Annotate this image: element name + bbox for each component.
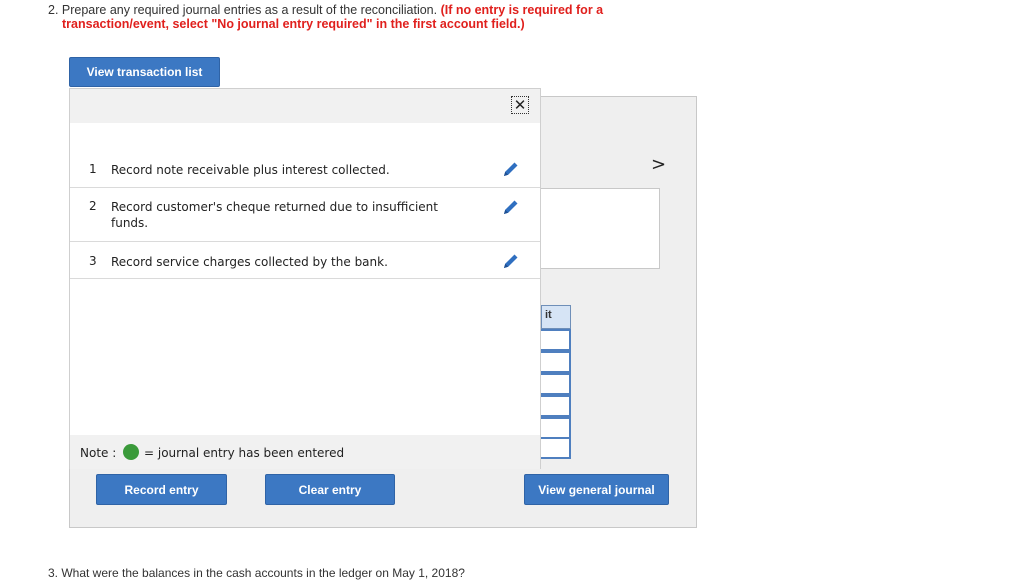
view-transaction-list-button[interactable]: View transaction list	[69, 57, 220, 87]
transaction-text: Record note receivable plus interest col…	[111, 163, 390, 177]
note-label: Note :	[80, 446, 117, 460]
credit-input-3[interactable]	[541, 373, 571, 395]
journal-description-box	[540, 188, 660, 269]
popup-header: ✕	[70, 89, 540, 123]
clear-entry-button[interactable]: Clear entry	[265, 474, 395, 505]
question-2-prefix: 2. Prepare any required journal entries …	[48, 3, 441, 17]
transaction-list-popup: ✕ 1 Record note receivable plus interest…	[69, 88, 541, 469]
question-2-instruction-line1: (If no entry is required for a	[440, 3, 604, 17]
view-general-journal-label: View general journal	[538, 482, 655, 497]
note-description: = journal entry has been entered	[144, 446, 345, 460]
legend-note: Note : = journal entry has been entered	[70, 435, 540, 469]
entered-status-dot-icon	[123, 444, 139, 460]
record-entry-label: Record entry	[124, 482, 199, 497]
question-2-text: 2. Prepare any required journal entries …	[48, 3, 688, 31]
question-2-instruction-line2: transaction/event, select "No journal en…	[62, 17, 525, 31]
edit-pencil-icon[interactable]	[502, 198, 520, 216]
transaction-row[interactable]: 2 Record customer's cheque returned due …	[70, 188, 540, 242]
credit-input-5[interactable]	[541, 417, 571, 439]
edit-pencil-icon[interactable]	[502, 160, 520, 178]
credit-column-header: it	[541, 305, 571, 329]
edit-pencil-icon[interactable]	[502, 252, 520, 270]
record-entry-button[interactable]: Record entry	[96, 474, 227, 505]
credit-input-2[interactable]	[541, 351, 571, 373]
question-3-text: 3. What were the balances in the cash ac…	[48, 566, 465, 580]
clear-entry-label: Clear entry	[298, 482, 362, 497]
transaction-text: Record service charges collected by the …	[111, 255, 388, 269]
credit-input-4[interactable]	[541, 395, 571, 417]
credit-input-1[interactable]	[541, 329, 571, 351]
next-chevron-icon[interactable]: >	[651, 154, 666, 175]
transaction-list: 1 Record note receivable plus interest c…	[70, 123, 540, 435]
transaction-text: Record customer's cheque returned due to…	[111, 200, 438, 230]
transaction-row[interactable]: 3 Record service charges collected by th…	[70, 242, 540, 279]
view-transaction-list-label: View transaction list	[86, 65, 203, 79]
transaction-number: 1	[89, 162, 97, 176]
credit-input-6[interactable]	[541, 437, 571, 459]
transaction-row[interactable]: 1 Record note receivable plus interest c…	[70, 123, 540, 188]
transaction-number: 3	[89, 254, 97, 268]
close-icon[interactable]: ✕	[511, 96, 529, 114]
transaction-number: 2	[89, 199, 97, 213]
view-general-journal-button[interactable]: View general journal	[524, 474, 669, 505]
